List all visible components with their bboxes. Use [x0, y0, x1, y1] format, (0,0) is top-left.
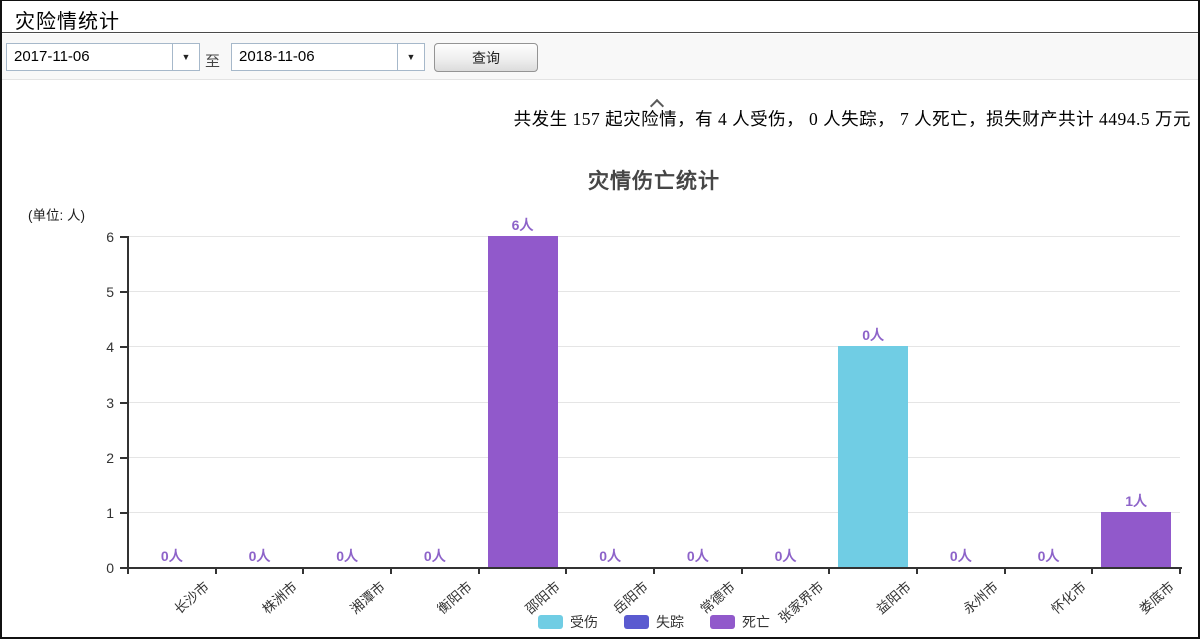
y-tick-label: 1: [88, 506, 114, 520]
y-tick-label: 3: [88, 396, 114, 410]
chart-bar[interactable]: [1101, 512, 1171, 567]
gridline: [128, 512, 1180, 513]
page-header: 灾险情统计: [2, 1, 1198, 33]
x-axis-tick: [1091, 568, 1093, 574]
gridline: [128, 402, 1180, 403]
x-axis-tick: [215, 568, 217, 574]
legend-label: 受伤: [570, 612, 598, 632]
bar-value-label: 0人: [1019, 548, 1079, 564]
x-axis-tick: [565, 568, 567, 574]
legend-swatch-icon: [710, 615, 735, 629]
x-axis-tick: [302, 568, 304, 574]
y-tick-label: 5: [88, 285, 114, 299]
chart-legend: 受伤 失踪 死亡: [128, 612, 1180, 632]
legend-item[interactable]: 死亡: [710, 612, 770, 632]
y-tick-label: 6: [88, 230, 114, 244]
y-axis-line: [127, 236, 129, 569]
bar-value-label: 6人: [493, 217, 553, 233]
legend-label: 失踪: [656, 612, 684, 632]
summary-text: 共发生 157 起灾险情，有 4 人受伤， 0 人失踪， 7 人死亡，损失财产共…: [2, 102, 1191, 136]
disaster-statistics-page: 灾险情统计 2017-11-06 ▼ 至 2018-11-06 ▼ 查询 共发生…: [0, 0, 1200, 639]
x-axis-tick: [828, 568, 830, 574]
date-from-value: 2017-11-06: [7, 44, 172, 70]
bar-value-label: 1人: [1106, 493, 1166, 509]
query-button[interactable]: 查询: [434, 43, 538, 72]
date-to-value: 2018-11-06: [232, 44, 397, 70]
bar-value-label: 0人: [931, 548, 991, 564]
legend-label: 死亡: [742, 612, 770, 632]
chart-title: 灾情伤亡统计: [128, 165, 1180, 195]
y-axis-tick: [120, 567, 127, 569]
y-axis-tick: [120, 512, 127, 514]
chart-bar[interactable]: [838, 346, 908, 567]
y-axis-tick: [120, 236, 127, 238]
bar-value-label: 0人: [405, 548, 465, 564]
gridline: [128, 236, 1180, 237]
legend-swatch-icon: [624, 615, 649, 629]
bar-value-label: 0人: [142, 548, 202, 564]
x-axis-tick: [1179, 568, 1181, 574]
x-axis-tick: [916, 568, 918, 574]
x-axis-tick: [390, 568, 392, 574]
query-toolbar: 2017-11-06 ▼ 至 2018-11-06 ▼ 查询: [2, 34, 1198, 80]
dropdown-arrow-icon[interactable]: ▼: [172, 44, 199, 70]
gridline: [128, 457, 1180, 458]
bar-value-label: 0人: [668, 548, 728, 564]
y-tick-label: 4: [88, 340, 114, 354]
bar-value-label: 0人: [230, 548, 290, 564]
gridline: [128, 346, 1180, 347]
legend-item[interactable]: 受伤: [538, 612, 598, 632]
x-axis-tick: [653, 568, 655, 574]
x-axis-tick: [127, 568, 129, 574]
y-tick-label: 2: [88, 451, 114, 465]
legend-swatch-icon: [538, 615, 563, 629]
bar-value-label: 0人: [843, 327, 903, 343]
gridline: [128, 291, 1180, 292]
dropdown-arrow-icon[interactable]: ▼: [397, 44, 424, 70]
chart-unit-label: (单位: 人): [28, 204, 85, 224]
x-axis-tick: [1004, 568, 1006, 574]
y-axis-tick: [120, 457, 127, 459]
x-axis-tick: [741, 568, 743, 574]
bar-value-label: 0人: [317, 548, 377, 564]
legend-item[interactable]: 失踪: [624, 612, 684, 632]
y-axis-tick: [120, 402, 127, 404]
bar-value-label: 0人: [580, 548, 640, 564]
date-from-picker[interactable]: 2017-11-06 ▼: [6, 43, 200, 71]
date-to-picker[interactable]: 2018-11-06 ▼: [231, 43, 425, 71]
chart-bar[interactable]: [488, 236, 558, 567]
page-title: 灾险情统计: [15, 5, 120, 34]
y-axis-tick: [120, 291, 127, 293]
x-axis-tick: [478, 568, 480, 574]
y-axis-tick: [120, 346, 127, 348]
y-tick-label: 0: [88, 561, 114, 575]
date-range-separator: 至: [205, 50, 220, 71]
bar-value-label: 0人: [756, 548, 816, 564]
